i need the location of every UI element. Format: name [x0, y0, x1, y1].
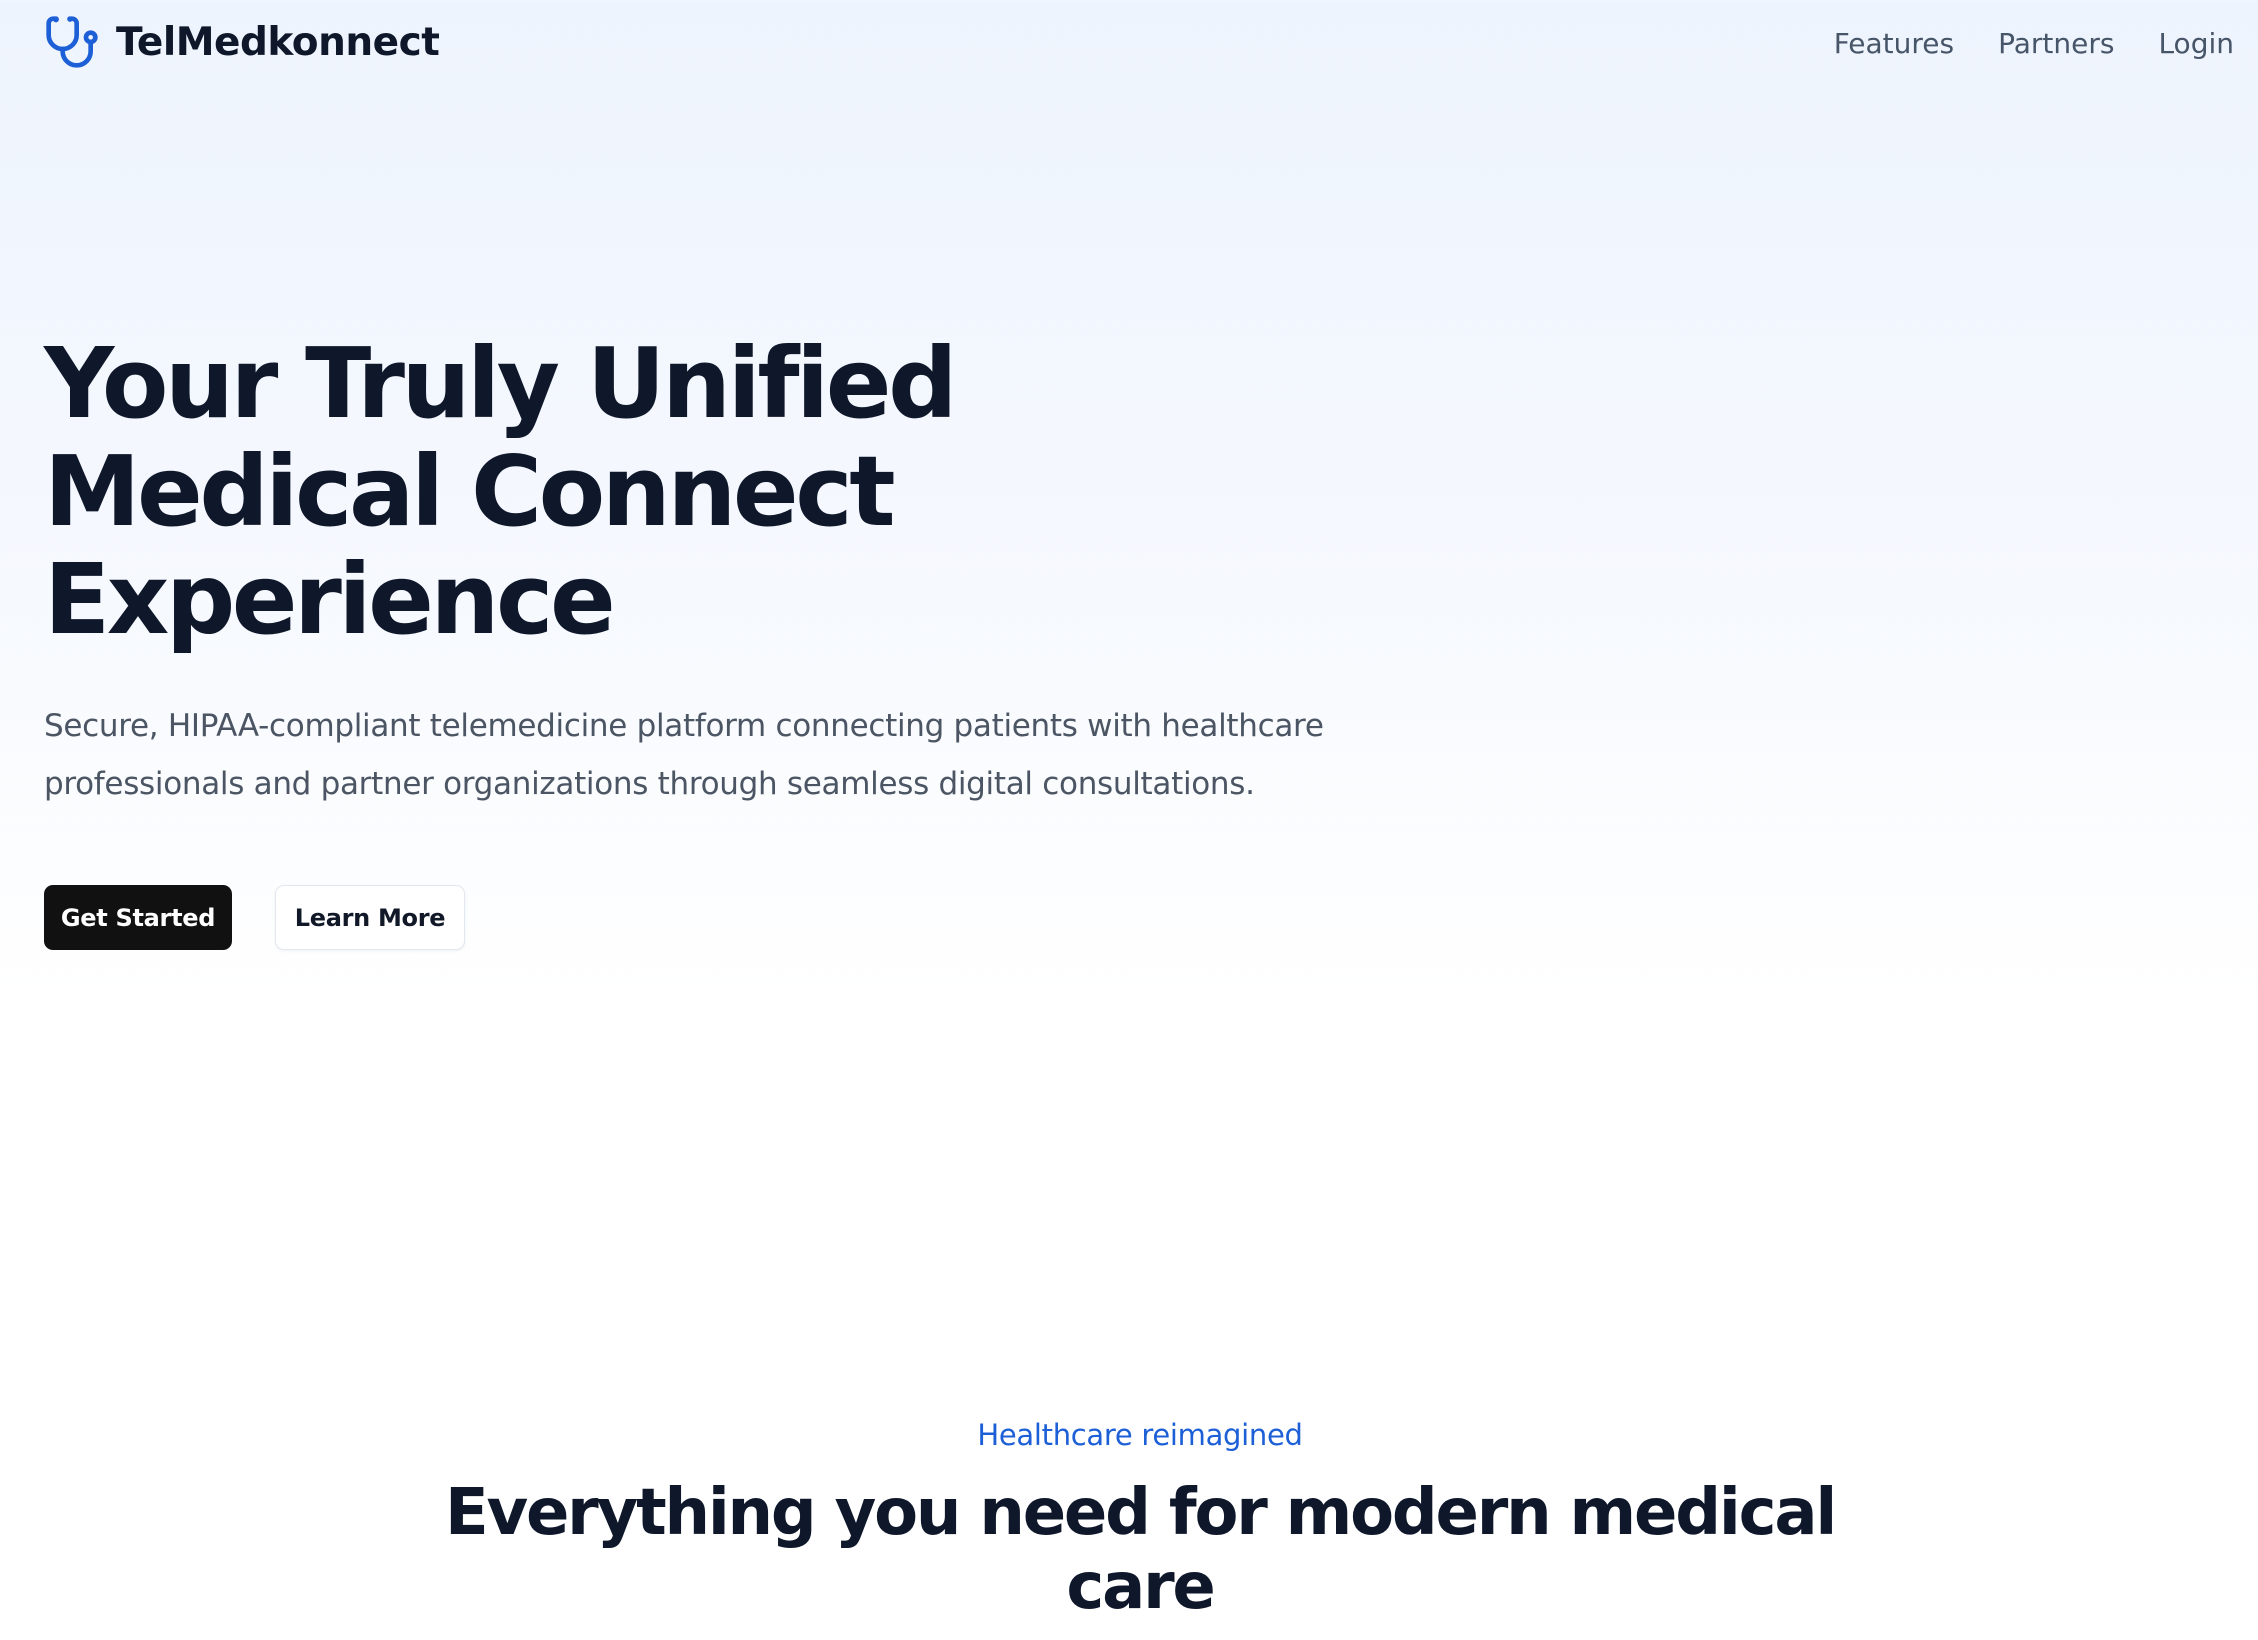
hero-title: Your Truly Unified Medical Connect Exper…: [44, 330, 1144, 654]
site-header: TelMedkonnect Features Partners Login: [0, 0, 2258, 88]
main-nav: Features Partners Login: [1834, 20, 2234, 66]
stethoscope-icon: [46, 16, 98, 68]
learn-more-button[interactable]: Learn More: [275, 885, 465, 950]
brand-name: TelMedkonnect: [116, 19, 440, 65]
nav-link-login[interactable]: Login: [2158, 27, 2234, 60]
brand-logo[interactable]: TelMedkonnect: [44, 12, 440, 72]
nav-link-partners[interactable]: Partners: [1998, 27, 2114, 60]
section-title-line-2: care: [1066, 1550, 1215, 1624]
section-title: Everything you need for modern medical c…: [0, 1476, 2258, 1624]
hero-title-line-3: Experience: [44, 543, 616, 656]
get-started-button[interactable]: Get Started: [44, 885, 232, 950]
nav-link-features[interactable]: Features: [1834, 27, 1954, 60]
hero-title-line-2: Medical Connect: [44, 435, 896, 548]
section-title-line-1: Everything you need for modern medical: [444, 1476, 1837, 1550]
hero-subtitle: Secure, HIPAA-compliant telemedicine pla…: [44, 697, 1324, 813]
hero-subtitle-line-1: Secure, HIPAA-compliant telemedicine pla…: [44, 708, 1324, 744]
hero-title-line-1: Your Truly Unified: [44, 327, 958, 440]
section-eyebrow: Healthcare reimagined: [977, 1418, 1303, 1452]
hero-subtitle-line-2: professionals and partner organizations …: [44, 766, 1255, 802]
